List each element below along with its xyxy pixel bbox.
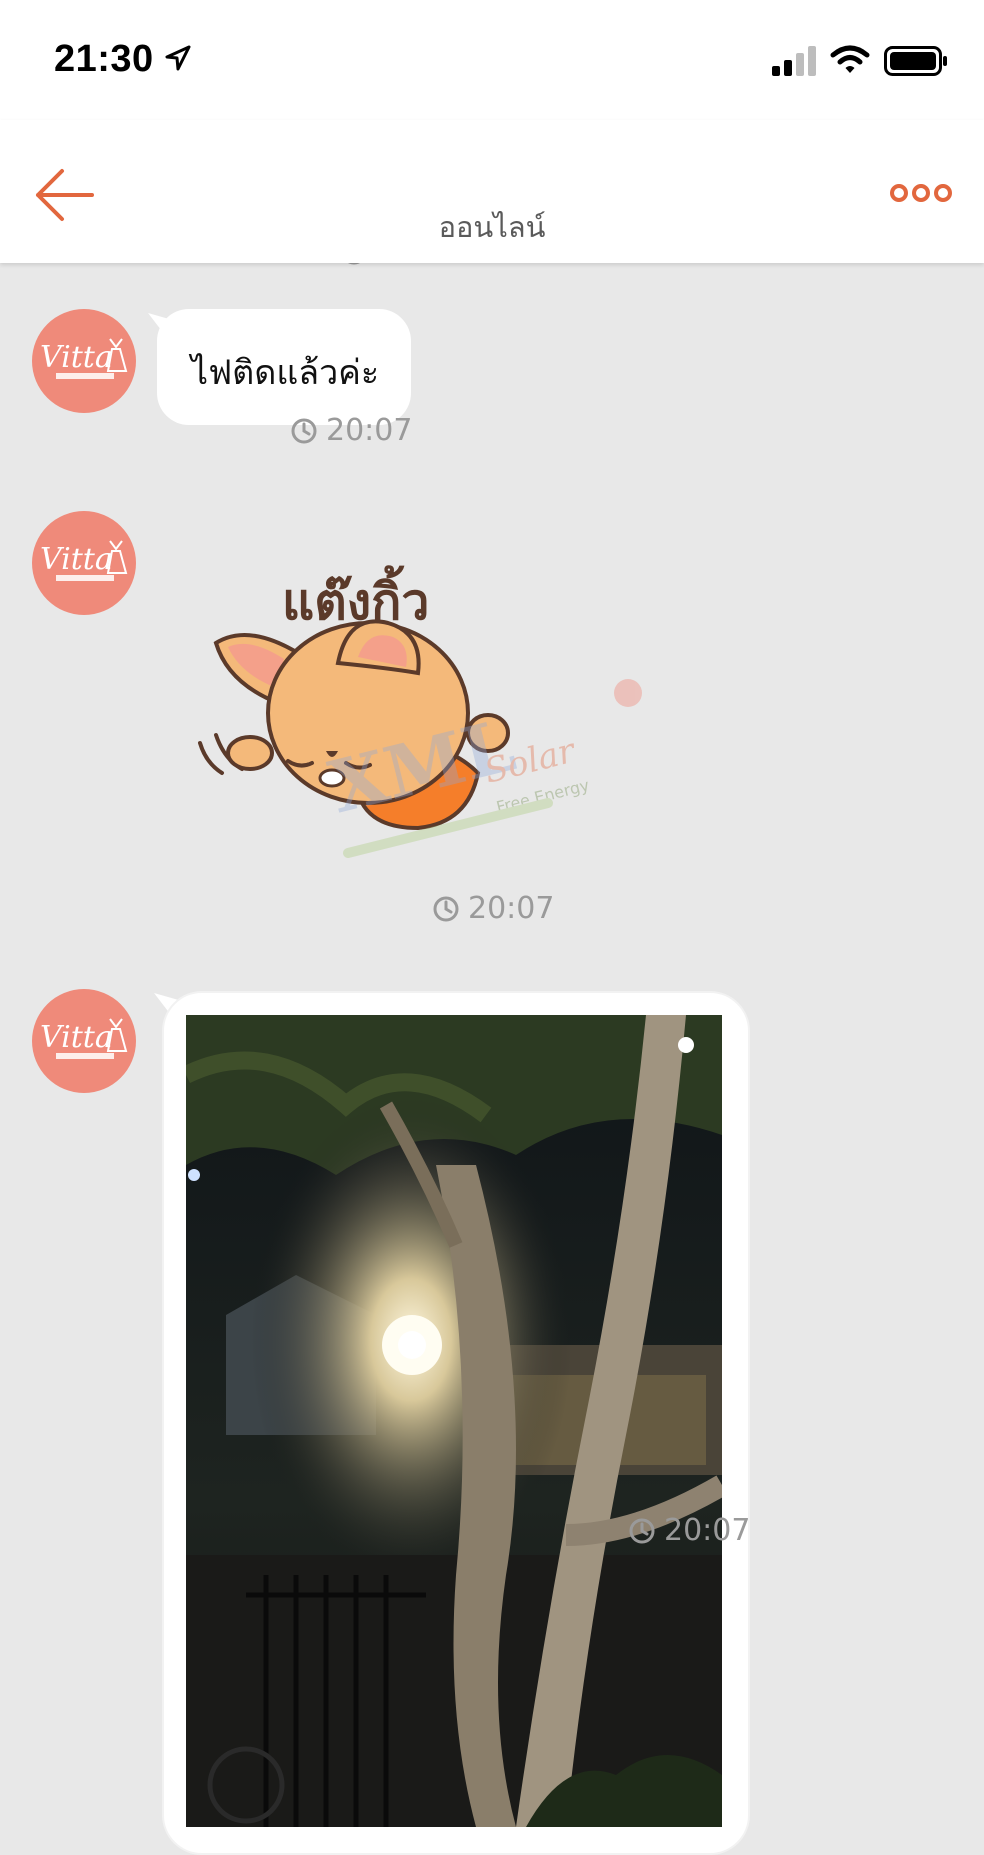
clock-icon bbox=[629, 1518, 655, 1543]
location-arrow-icon bbox=[165, 45, 191, 71]
wifi-icon bbox=[830, 45, 870, 73]
more-options-button[interactable] bbox=[888, 178, 954, 208]
message-time-text: 20:07 bbox=[468, 891, 555, 926]
chat-header: ออนไลน์ bbox=[0, 120, 984, 263]
message-time: 20:07 bbox=[628, 1513, 750, 1548]
message-text: ไฟติดแล้วค่ะ bbox=[191, 353, 380, 393]
clock-icon bbox=[433, 896, 459, 921]
status-time: 21:30 bbox=[54, 38, 154, 80]
more-dots-icon bbox=[890, 184, 952, 202]
clock-icon bbox=[291, 418, 317, 443]
message-time-text: 20:07 bbox=[664, 1513, 751, 1548]
svg-text:Vitta: Vitta bbox=[40, 340, 113, 375]
battery-icon bbox=[884, 46, 947, 76]
vitta-logo-icon: Vitta bbox=[40, 540, 128, 581]
chat-message-list[interactable]: 19:49 Vitta ไฟติดแล้วค่ะ 20:07 Vitta แต๊… bbox=[0, 235, 984, 1855]
message-time-text: 20:07 bbox=[326, 413, 413, 448]
cellular-signal-icon bbox=[772, 46, 816, 76]
vitta-logo-icon: Vitta bbox=[40, 1018, 128, 1059]
message-time: 20:07 bbox=[432, 891, 554, 926]
bowing-dog-sticker[interactable]: XML Solar Free Energy bbox=[188, 613, 668, 903]
message-bubble[interactable]: ไฟติดแล้วค่ะ bbox=[157, 309, 411, 425]
sender-avatar[interactable]: Vitta bbox=[32, 989, 136, 1093]
sender-avatar[interactable]: Vitta bbox=[32, 511, 136, 615]
svg-text:Vitta: Vitta bbox=[40, 542, 113, 577]
photo-image bbox=[186, 1015, 722, 1827]
sender-avatar[interactable]: Vitta bbox=[32, 309, 136, 413]
chat-status-title: ออนไลน์ bbox=[438, 210, 546, 244]
svg-text:Vitta: Vitta bbox=[40, 1020, 113, 1055]
night-tree-photo[interactable] bbox=[186, 1015, 722, 1827]
vitta-logo-icon: Vitta bbox=[40, 338, 128, 379]
message-time: 20:07 bbox=[290, 413, 412, 448]
status-bar: 21:30 bbox=[0, 0, 984, 120]
